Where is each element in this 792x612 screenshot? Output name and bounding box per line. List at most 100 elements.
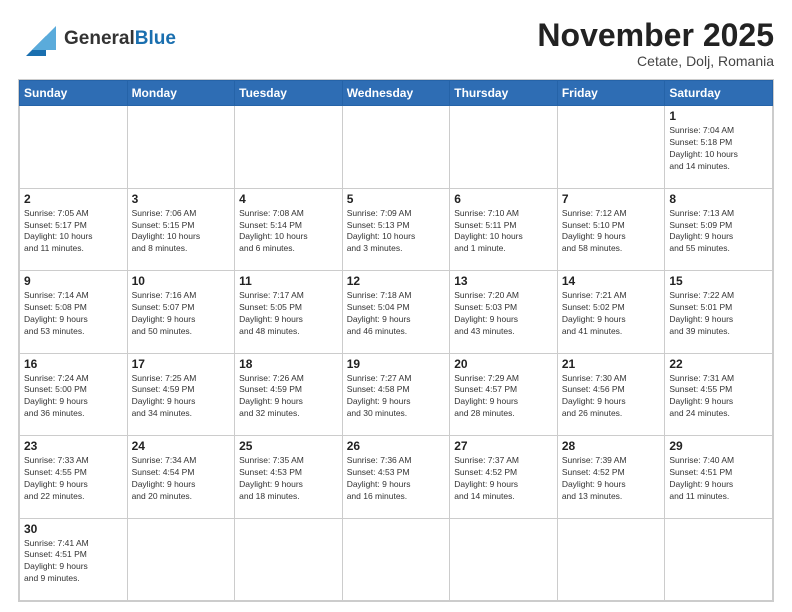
day-cell: [665, 518, 773, 600]
day-info: Sunrise: 7:20 AMSunset: 5:03 PMDaylight:…: [454, 290, 553, 338]
day-info: Sunrise: 7:09 AMSunset: 5:13 PMDaylight:…: [347, 208, 446, 256]
day-number: 2: [24, 192, 123, 206]
day-cell: 9 Sunrise: 7:14 AMSunset: 5:08 PMDaylight…: [20, 271, 128, 353]
day-info: Sunrise: 7:30 AMSunset: 4:56 PMDaylight:…: [562, 373, 661, 421]
day-info: Sunrise: 7:34 AMSunset: 4:54 PMDaylight:…: [132, 455, 231, 503]
day-cell: [450, 106, 558, 188]
day-cell: 3 Sunrise: 7:06 AMSunset: 5:15 PMDaylight…: [127, 188, 235, 270]
day-cell: 22 Sunrise: 7:31 AMSunset: 4:55 PMDayligh…: [665, 353, 773, 435]
day-info: Sunrise: 7:36 AMSunset: 4:53 PMDaylight:…: [347, 455, 446, 503]
day-cell: 6Sunrise: 7:10 AMSunset: 5:11 PMDaylight…: [450, 188, 558, 270]
header-wednesday: Wednesday: [342, 81, 450, 106]
logo-general: General: [64, 28, 135, 49]
calendar-week-2: 9 Sunrise: 7:14 AMSunset: 5:08 PMDaylight…: [20, 271, 773, 353]
calendar-week-1: 2 Sunrise: 7:05 AMSunset: 5:17 PMDaylight…: [20, 188, 773, 270]
day-cell: 28Sunrise: 7:39 AMSunset: 4:52 PMDayligh…: [557, 436, 665, 518]
day-cell: 26 Sunrise: 7:36 AMSunset: 4:53 PMDayligh…: [342, 436, 450, 518]
logo-blue: Blue: [135, 28, 176, 49]
day-number: 10: [132, 274, 231, 288]
day-cell: 14Sunrise: 7:21 AMSunset: 5:02 PMDayligh…: [557, 271, 665, 353]
calendar-body: 1 Sunrise: 7:04 AMSunset: 5:18 PMDaylight…: [20, 106, 773, 601]
day-number: 17: [132, 357, 231, 371]
day-cell: 1 Sunrise: 7:04 AMSunset: 5:18 PMDaylight…: [665, 106, 773, 188]
logo: GeneralBlue: [18, 18, 176, 60]
day-cell: 16 Sunrise: 7:24 AMSunset: 5:00 PMDayligh…: [20, 353, 128, 435]
calendar-week-5: 30Sunrise: 7:41 AMSunset: 4:51 PMDayligh…: [20, 518, 773, 600]
day-cell: [342, 518, 450, 600]
title-block: November 2025 Cetate, Dolj, Romania: [537, 18, 774, 69]
day-info: Sunrise: 7:12 AMSunset: 5:10 PMDaylight:…: [562, 208, 661, 256]
day-info: Sunrise: 7:08 AMSunset: 5:14 PMDaylight:…: [239, 208, 338, 256]
day-number: 7: [562, 192, 661, 206]
day-cell: [557, 518, 665, 600]
day-number: 22: [669, 357, 768, 371]
day-cell: 10 Sunrise: 7:16 AMSunset: 5:07 PMDayligh…: [127, 271, 235, 353]
logo-icon: [18, 18, 60, 60]
day-info: Sunrise: 7:24 AMSunset: 5:00 PMDaylight:…: [24, 373, 123, 421]
header: GeneralBlue November 2025 Cetate, Dolj, …: [18, 18, 774, 69]
day-info: Sunrise: 7:16 AMSunset: 5:07 PMDaylight:…: [132, 290, 231, 338]
day-info: Sunrise: 7:29 AMSunset: 4:57 PMDaylight:…: [454, 373, 553, 421]
day-info: Sunrise: 7:22 AMSunset: 5:01 PMDaylight:…: [669, 290, 768, 338]
day-info: Sunrise: 7:25 AMSunset: 4:59 PMDaylight:…: [132, 373, 231, 421]
day-number: 14: [562, 274, 661, 288]
day-cell: 17 Sunrise: 7:25 AMSunset: 4:59 PMDayligh…: [127, 353, 235, 435]
day-number: 5: [347, 192, 446, 206]
header-thursday: Thursday: [450, 81, 558, 106]
day-number: 1: [669, 109, 768, 123]
day-cell: [557, 106, 665, 188]
day-info: Sunrise: 7:26 AMSunset: 4:59 PMDaylight:…: [239, 373, 338, 421]
day-number: 4: [239, 192, 338, 206]
header-friday: Friday: [557, 81, 665, 106]
day-cell: 27Sunrise: 7:37 AMSunset: 4:52 PMDayligh…: [450, 436, 558, 518]
day-number: 16: [24, 357, 123, 371]
calendar-table: Sunday Monday Tuesday Wednesday Thursday…: [19, 80, 773, 601]
weekday-header-row: Sunday Monday Tuesday Wednesday Thursday…: [20, 81, 773, 106]
day-cell: 5 Sunrise: 7:09 AMSunset: 5:13 PMDaylight…: [342, 188, 450, 270]
day-number: 25: [239, 439, 338, 453]
day-cell: 19Sunrise: 7:27 AMSunset: 4:58 PMDayligh…: [342, 353, 450, 435]
day-number: 29: [669, 439, 768, 453]
day-cell: 21Sunrise: 7:30 AMSunset: 4:56 PMDayligh…: [557, 353, 665, 435]
day-cell: 23 Sunrise: 7:33 AMSunset: 4:55 PMDayligh…: [20, 436, 128, 518]
day-info: Sunrise: 7:33 AMSunset: 4:55 PMDaylight:…: [24, 455, 123, 503]
day-cell: [127, 518, 235, 600]
day-number: 13: [454, 274, 553, 288]
day-cell: 4 Sunrise: 7:08 AMSunset: 5:14 PMDaylight…: [235, 188, 343, 270]
logo-text: GeneralBlue: [64, 29, 176, 50]
day-cell: 20 Sunrise: 7:29 AMSunset: 4:57 PMDayligh…: [450, 353, 558, 435]
day-number: 18: [239, 357, 338, 371]
header-sunday: Sunday: [20, 81, 128, 106]
header-tuesday: Tuesday: [235, 81, 343, 106]
day-cell: 25 Sunrise: 7:35 AMSunset: 4:53 PMDayligh…: [235, 436, 343, 518]
day-info: Sunrise: 7:35 AMSunset: 4:53 PMDaylight:…: [239, 455, 338, 503]
day-info: Sunrise: 7:05 AMSunset: 5:17 PMDaylight:…: [24, 208, 123, 256]
day-cell: 11Sunrise: 7:17 AMSunset: 5:05 PMDayligh…: [235, 271, 343, 353]
day-info: Sunrise: 7:14 AMSunset: 5:08 PMDaylight:…: [24, 290, 123, 338]
header-saturday: Saturday: [665, 81, 773, 106]
day-number: 8: [669, 192, 768, 206]
day-number: 26: [347, 439, 446, 453]
day-cell: [127, 106, 235, 188]
day-info: Sunrise: 7:10 AMSunset: 5:11 PMDaylight:…: [454, 208, 553, 256]
day-number: 23: [24, 439, 123, 453]
month-title: November 2025: [537, 18, 774, 53]
day-number: 30: [24, 522, 123, 536]
day-number: 24: [132, 439, 231, 453]
day-number: 28: [562, 439, 661, 453]
location: Cetate, Dolj, Romania: [537, 53, 774, 69]
day-cell: 15Sunrise: 7:22 AMSunset: 5:01 PMDayligh…: [665, 271, 773, 353]
calendar: Sunday Monday Tuesday Wednesday Thursday…: [18, 79, 774, 602]
day-cell: 24 Sunrise: 7:34 AMSunset: 4:54 PMDayligh…: [127, 436, 235, 518]
day-number: 27: [454, 439, 553, 453]
day-cell: 2 Sunrise: 7:05 AMSunset: 5:17 PMDaylight…: [20, 188, 128, 270]
day-info: Sunrise: 7:27 AMSunset: 4:58 PMDaylight:…: [347, 373, 446, 421]
day-info: Sunrise: 7:31 AMSunset: 4:55 PMDaylight:…: [669, 373, 768, 421]
day-cell: 7 Sunrise: 7:12 AMSunset: 5:10 PMDaylight…: [557, 188, 665, 270]
day-info: Sunrise: 7:17 AMSunset: 5:05 PMDaylight:…: [239, 290, 338, 338]
day-info: Sunrise: 7:06 AMSunset: 5:15 PMDaylight:…: [132, 208, 231, 256]
day-number: 3: [132, 192, 231, 206]
day-info: Sunrise: 7:04 AMSunset: 5:18 PMDaylight:…: [669, 125, 768, 173]
day-number: 9: [24, 274, 123, 288]
day-number: 20: [454, 357, 553, 371]
